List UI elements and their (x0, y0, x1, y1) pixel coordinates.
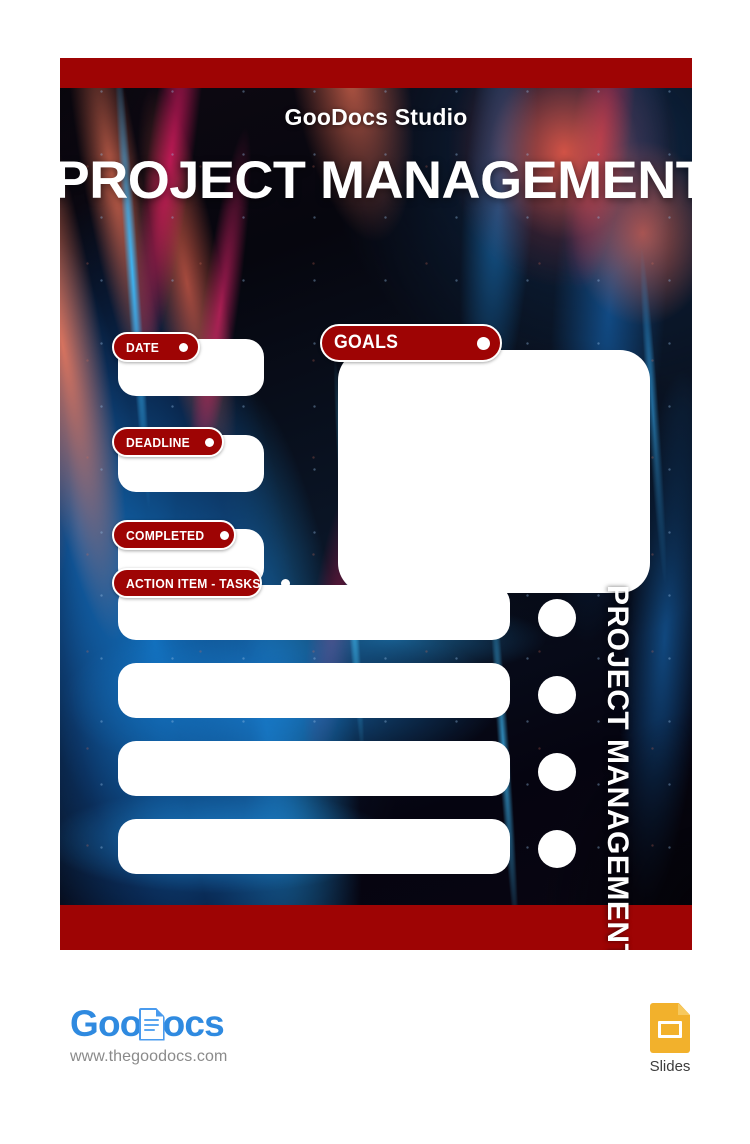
slides-screen-glyph (658, 1021, 682, 1038)
task-row-2[interactable] (118, 663, 510, 718)
action-items-label: ACTION ITEM - TASKS (126, 575, 261, 591)
slides-label: Slides (649, 1058, 691, 1075)
slides-icon (650, 1003, 690, 1053)
action-items-label-pill: ACTION ITEM - TASKS (112, 568, 290, 598)
poster-canvas: GooDocs Studio PROJECT MANAGEMENT DATE D… (60, 58, 692, 950)
date-label-pill: DATE (112, 332, 200, 362)
slides-fold (678, 1003, 690, 1015)
goals-label: GOALS (334, 332, 399, 353)
task-row-4[interactable] (118, 819, 510, 874)
completed-dot-icon (220, 530, 230, 540)
completed-label-pill: COMPLETED (112, 520, 236, 550)
task-row-3[interactable] (118, 741, 510, 796)
action-items-dot-icon (280, 578, 290, 588)
google-slides-badge[interactable]: Slides (638, 1003, 702, 1075)
document-icon (138, 1007, 165, 1041)
page-title: PROJECT MANAGEMENT (60, 151, 692, 210)
goodocs-logo[interactable]: Goo ocs www.thegoodocs.com (70, 1003, 227, 1066)
vertical-title: PROJECT MANAGEMENT (601, 585, 634, 950)
deadline-label-pill: DEADLINE (112, 427, 224, 457)
task-marker-4[interactable] (538, 830, 576, 868)
document-line-2 (143, 1023, 159, 1026)
task-marker-2[interactable] (538, 676, 576, 714)
document-line-1 (143, 1018, 159, 1021)
deadline-dot-icon (204, 437, 214, 447)
task-marker-3[interactable] (538, 753, 576, 791)
brand-text-ocs: ocs (162, 1003, 225, 1044)
page-root: GooDocs Studio PROJECT MANAGEMENT DATE D… (0, 0, 750, 1144)
studio-name: GooDocs Studio (284, 104, 468, 130)
date-label: DATE (126, 339, 160, 355)
goals-label-pill: GOALS (320, 324, 502, 362)
completed-label: COMPLETED (126, 527, 205, 543)
deadline-label: DEADLINE (126, 434, 191, 450)
goals-field[interactable] (338, 350, 650, 593)
goals-dot-icon (477, 336, 490, 350)
goodocs-wordmark: Goo ocs (70, 1003, 227, 1045)
document-line-3 (143, 1028, 155, 1031)
task-marker-1[interactable] (538, 599, 576, 637)
footer: Goo ocs www.thegoodocs.com Slides (0, 985, 750, 1095)
date-dot-icon (179, 342, 188, 352)
brand-text-goo: Goo (70, 1003, 142, 1044)
website-url[interactable]: www.thegoodocs.com (70, 1048, 227, 1066)
